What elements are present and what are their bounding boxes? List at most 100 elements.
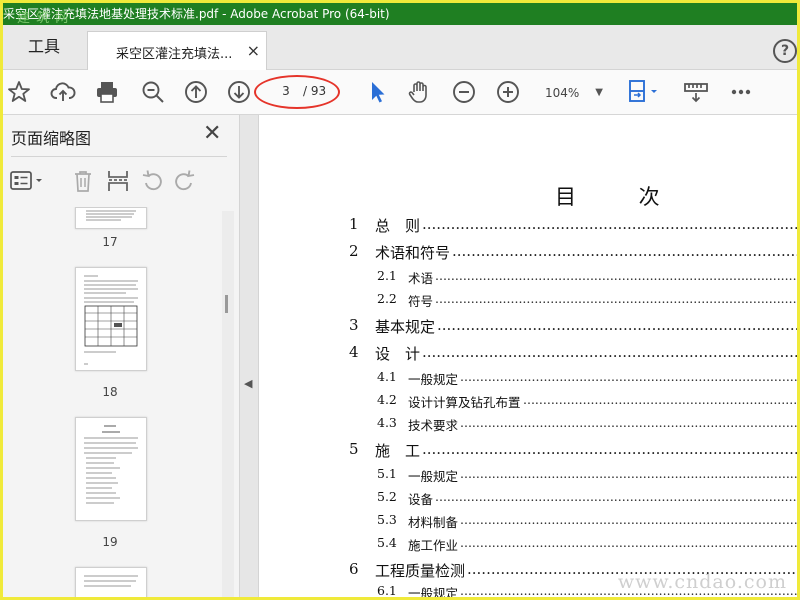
zoom-select[interactable]: 104% ▼ [533,82,609,104]
thumbnail-options-icon[interactable] [9,167,45,195]
toc-entry-title: 技术要求 [408,418,459,433]
panel-close-icon[interactable]: ✕ [203,121,221,146]
page-thumbnail[interactable] [75,417,147,521]
total-pages: / 93 [303,84,327,98]
toc-entry[interactable]: 1 总 则....................................… [349,215,797,237]
fit-page-icon[interactable] [625,78,661,106]
thumbnail-tools [3,165,239,195]
tab-document[interactable]: 采空区灌注充填法... × [87,31,267,71]
toc-entry-number: 4.2 [377,392,397,407]
toc-leader-dots: ........................................… [460,466,797,481]
scrollbar-grip[interactable] [225,295,228,313]
toc-leader-dots: ........................................… [437,316,797,334]
toc-entry[interactable]: 2.1 术语...................................… [349,268,797,290]
zoom-minus-icon[interactable] [450,78,478,106]
toc-entry[interactable]: 4.2 设计计算及钻孔布置............................… [349,392,797,414]
help-icon[interactable]: ? [773,39,797,63]
toc-leader-dots: ........................................… [435,268,797,283]
toc-entry-title: 符号 [408,294,434,309]
toc-entry-title: 一般规定 [408,469,459,484]
page-up-icon[interactable] [182,78,210,106]
toc-entry-title: 术语 [408,271,434,286]
toc-entry-title: 设备 [408,492,434,507]
rotate-left-icon[interactable] [138,167,166,195]
star-icon[interactable] [5,78,33,106]
divider [11,156,227,157]
acrobat-window: 采空区灌注充填法地基处理技术标准.pdf - Adobe Acrobat Pro… [3,3,797,597]
toc-entry-number: 2 [349,242,359,260]
toc-entry-number: 5.2 [377,489,397,504]
toc-entry-title: 基本规定 [375,318,436,336]
toc-entry-number: 5.3 [377,512,397,527]
delete-page-icon[interactable] [69,167,97,195]
zoom-plus-icon[interactable] [494,78,522,106]
page-down-icon[interactable] [225,78,253,106]
watermark-top: 建 筑 网 [17,11,70,25]
toc-entry-number: 6.1 [377,583,397,597]
insert-page-icon[interactable] [104,167,132,195]
toc-entry[interactable]: 4.3 技术要求.................................… [349,415,797,437]
toc-entry-title: 工程质量检测 [375,562,466,580]
page-number-box[interactable]: 3 / 93 [254,75,343,109]
thumbnail-panel: 页面缩略图 ✕ 17 18 19 [3,115,240,597]
collapse-arrow-icon[interactable]: ◀ [244,377,252,390]
toc-title: 目 次 [555,185,688,209]
toc-entry[interactable]: 4 设 计....................................… [349,343,797,365]
select-cursor-icon[interactable] [363,78,391,106]
thumbnail-scrollbar[interactable] [222,211,234,597]
toc-entry-number: 2.2 [377,291,397,306]
toc-leader-dots: ........................................… [435,291,797,306]
toc-entry[interactable]: 4.1 一般规定.................................… [349,369,797,391]
page-thumbnail[interactable] [75,267,147,371]
toc-leader-dots: ........................................… [460,512,797,527]
page-thumbnail-number: 19 [102,535,118,549]
rotate-right-icon[interactable] [171,167,199,195]
toc-entry-number: 4.1 [377,369,397,384]
toc-entry-number: 6 [349,560,359,578]
more-icon[interactable] [727,78,755,106]
toc-entry-title: 术语和符号 [375,244,451,262]
toc-entry[interactable]: 5 施 工....................................… [349,440,797,462]
tab-tools[interactable]: 工具 [3,25,85,69]
toc-leader-dots: ........................................… [422,215,797,233]
toc-entry-title: 一般规定 [408,586,459,597]
hand-tool-icon[interactable] [405,78,433,106]
toc-entry-title: 材料制备 [408,515,459,530]
toc-entry-number: 1 [349,215,359,233]
toc-entry-number: 4 [349,343,359,361]
read-mode-icon[interactable] [682,78,710,106]
toc-entry-title: 施 工 [375,442,421,460]
panel-collapse-strip[interactable]: ◀ [240,115,259,597]
toc-entry-title: 一般规定 [408,372,459,387]
toc-leader-dots: ........................................… [435,489,797,504]
tab-close-icon[interactable]: × [247,41,260,60]
toc-entry-number: 4.3 [377,415,397,430]
current-page-input[interactable]: 3 [273,84,299,98]
toc-entry[interactable]: 3 基本规定...................................… [349,316,797,338]
toc-entry[interactable]: 5.1 一般规定.................................… [349,466,797,488]
cloud-upload-icon[interactable] [49,78,77,106]
page-thumbnail[interactable] [75,207,147,229]
page-thumbnail-number: 18 [102,385,118,399]
page-thumbnail[interactable] [75,567,147,597]
toc-entry[interactable]: 2.2 符号...................................… [349,291,797,313]
tab-document-label: 采空区灌注充填法... [116,47,233,62]
tab-bar: 工具 采空区灌注充填法... × ? [3,25,797,71]
toc-entry[interactable]: 5.2 设备...................................… [349,489,797,511]
toc-entry[interactable]: 5.4 施工作业.................................… [349,535,797,557]
toc-entry-title: 施工作业 [408,538,459,553]
title-bar: 采空区灌注充填法地基处理技术标准.pdf - Adobe Acrobat Pro… [3,3,797,25]
toc-entry-number: 5.1 [377,466,397,481]
toc-leader-dots: ........................................… [523,392,797,407]
toc-leader-dots: ........................................… [422,343,797,361]
toc-entry-title: 总 则 [375,217,421,235]
toc-entry[interactable]: 5.3 材料制备.................................… [349,512,797,534]
toc-entry[interactable]: 2 术语和符号..................................… [349,242,797,264]
toc-leader-dots: ........................................… [460,369,797,384]
zoom-out-search-icon[interactable] [139,78,167,106]
document-view[interactable]: 目 次 1 总 则................................… [259,115,797,597]
print-icon[interactable] [93,78,121,106]
zoom-value: 104% [545,86,580,100]
toc-entry-number: 3 [349,316,359,334]
panel-title: 页面缩略图 [11,129,92,148]
